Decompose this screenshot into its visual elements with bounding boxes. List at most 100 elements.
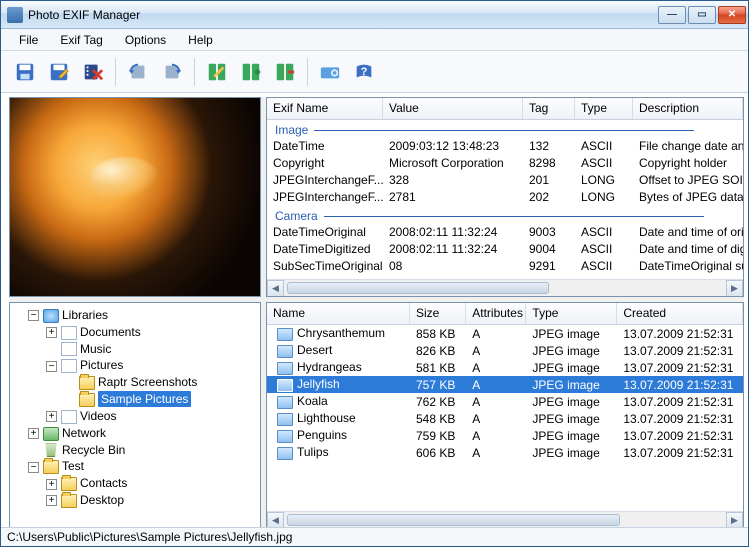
rotate-left-icon[interactable] <box>124 58 152 86</box>
image-file-icon <box>277 345 293 358</box>
file-row[interactable]: Penguins759 KBAJPEG image13.07.2009 21:5… <box>267 427 743 444</box>
col-file-created[interactable]: Created <box>617 303 743 324</box>
exif-header-row: Exif Name Value Tag Type Description <box>267 98 743 120</box>
col-file-name[interactable]: Name <box>267 303 410 324</box>
tree-libraries[interactable]: Libraries <box>62 308 108 322</box>
tree-desktop[interactable]: Desktop <box>80 493 124 507</box>
tree-music[interactable]: Music <box>80 342 111 356</box>
file-row[interactable]: Hydrangeas581 KBAJPEG image13.07.2009 21… <box>267 359 743 376</box>
tree-contacts[interactable]: Contacts <box>80 476 127 490</box>
image-preview <box>9 97 261 297</box>
tree-network[interactable]: Network <box>62 426 106 440</box>
folder-tree[interactable]: − Libraries + Documents Music − Pictures Ra… <box>9 302 261 529</box>
expand-icon[interactable]: − <box>28 310 39 321</box>
videos-icon <box>61 410 77 424</box>
documents-icon <box>61 326 77 340</box>
exif-table: Exif Name Value Tag Type Description Ima… <box>266 97 744 297</box>
app-icon <box>7 7 23 23</box>
exif-scrollbar[interactable]: ◀▶ <box>267 279 743 296</box>
toolbar-separator <box>115 58 116 86</box>
expand-icon[interactable]: − <box>46 361 57 372</box>
expand-icon[interactable]: − <box>28 462 39 473</box>
add-tag-icon[interactable] <box>237 58 265 86</box>
file-row[interactable]: Tulips606 KBAJPEG image13.07.2009 21:52:… <box>267 444 743 461</box>
exif-row[interactable]: DateTime2009:03:12 13:48:23132ASCIIFile … <box>267 138 743 155</box>
tree-test[interactable]: Test <box>62 459 84 473</box>
file-list: Name Size Attributes Type Created Chrysa… <box>266 302 744 529</box>
folder-icon <box>61 477 77 491</box>
menu-exif-tag[interactable]: Exif Tag <box>50 31 112 49</box>
file-row[interactable]: Chrysanthemum858 KBAJPEG image13.07.2009… <box>267 325 743 342</box>
exif-group-header[interactable]: Camera <box>267 206 743 224</box>
rotate-right-icon[interactable] <box>158 58 186 86</box>
tree-videos[interactable]: Videos <box>80 409 116 423</box>
tree-sample-pictures[interactable]: Sample Pictures <box>98 391 191 407</box>
col-description[interactable]: Description <box>633 98 743 119</box>
remove-tag-icon[interactable] <box>271 58 299 86</box>
image-file-icon <box>277 379 293 392</box>
expand-icon[interactable]: + <box>46 411 57 422</box>
col-file-attr[interactable]: Attributes <box>466 303 526 324</box>
expand-icon[interactable]: + <box>46 495 57 506</box>
exif-row[interactable]: DateTimeOriginal2008:02:11 11:32:249003A… <box>267 224 743 241</box>
expand-icon[interactable]: + <box>28 428 39 439</box>
tree-recycle-bin[interactable]: Recycle Bin <box>62 443 125 457</box>
tree-pictures[interactable]: Pictures <box>80 358 123 372</box>
save-as-icon[interactable] <box>45 58 73 86</box>
window-title: Photo EXIF Manager <box>28 8 658 22</box>
exif-row[interactable]: SubSecTimeOriginal089291ASCIIDateTimeOri… <box>267 258 743 275</box>
exif-group-header[interactable]: Image <box>267 120 743 138</box>
menu-file[interactable]: File <box>9 31 48 49</box>
image-file-icon <box>277 430 293 443</box>
col-type[interactable]: Type <box>575 98 633 119</box>
col-exif-name[interactable]: Exif Name <box>267 98 383 119</box>
image-file-icon <box>277 396 293 409</box>
edit-tag-icon[interactable] <box>203 58 231 86</box>
file-row[interactable]: Koala762 KBAJPEG image13.07.2009 21:52:3… <box>267 393 743 410</box>
menu-options[interactable]: Options <box>115 31 176 49</box>
minimize-button[interactable]: — <box>658 6 686 24</box>
status-path: C:\Users\Public\Pictures\Sample Pictures… <box>7 530 292 544</box>
tree-raptr[interactable]: Raptr Screenshots <box>98 375 197 389</box>
file-row[interactable]: Jellyfish757 KBAJPEG image13.07.2009 21:… <box>267 376 743 393</box>
recycle-bin-icon <box>43 443 59 457</box>
maximize-button[interactable]: ▭ <box>688 6 716 24</box>
status-bar: C:\Users\Public\Pictures\Sample Pictures… <box>1 527 748 546</box>
toolbar: ? <box>1 51 748 93</box>
folder-icon <box>61 494 77 508</box>
network-icon <box>43 427 59 441</box>
pictures-icon <box>61 359 77 373</box>
expand-icon[interactable]: + <box>46 479 57 490</box>
folder-icon <box>43 460 59 474</box>
exif-row[interactable]: JPEGInterchangeF...328201LONGOffset to J… <box>267 172 743 189</box>
folder-icon <box>79 376 95 390</box>
exif-row[interactable]: CopyrightMicrosoft Corporation8298ASCIIC… <box>267 155 743 172</box>
col-file-type[interactable]: Type <box>526 303 617 324</box>
expand-icon[interactable]: + <box>46 327 57 338</box>
exif-row[interactable]: DateTimeDigitized2008:02:11 11:32:249004… <box>267 241 743 258</box>
tree-documents[interactable]: Documents <box>80 325 141 339</box>
toolbar-separator <box>194 58 195 86</box>
titlebar[interactable]: Photo EXIF Manager — ▭ ✕ <box>1 1 748 29</box>
toolbar-separator <box>307 58 308 86</box>
music-icon <box>61 342 77 356</box>
image-file-icon <box>277 328 293 341</box>
exif-row[interactable]: JPEGInterchangeF...2781202LONGBytes of J… <box>267 189 743 206</box>
file-header-row: Name Size Attributes Type Created <box>267 303 743 325</box>
file-row[interactable]: Lighthouse548 KBAJPEG image13.07.2009 21… <box>267 410 743 427</box>
image-file-icon <box>277 447 293 460</box>
help-icon[interactable]: ? <box>350 58 378 86</box>
settings-icon[interactable] <box>316 58 344 86</box>
save-icon[interactable] <box>11 58 39 86</box>
image-file-icon <box>277 413 293 426</box>
image-file-icon <box>277 362 293 375</box>
close-button[interactable]: ✕ <box>718 6 746 24</box>
libraries-icon <box>43 309 59 323</box>
col-value[interactable]: Value <box>383 98 523 119</box>
col-tag[interactable]: Tag <box>523 98 575 119</box>
col-file-size[interactable]: Size <box>410 303 466 324</box>
delete-film-icon[interactable] <box>79 58 107 86</box>
file-row[interactable]: Desert826 KBAJPEG image13.07.2009 21:52:… <box>267 342 743 359</box>
menu-help[interactable]: Help <box>178 31 223 49</box>
file-scrollbar[interactable]: ◀▶ <box>267 511 743 528</box>
